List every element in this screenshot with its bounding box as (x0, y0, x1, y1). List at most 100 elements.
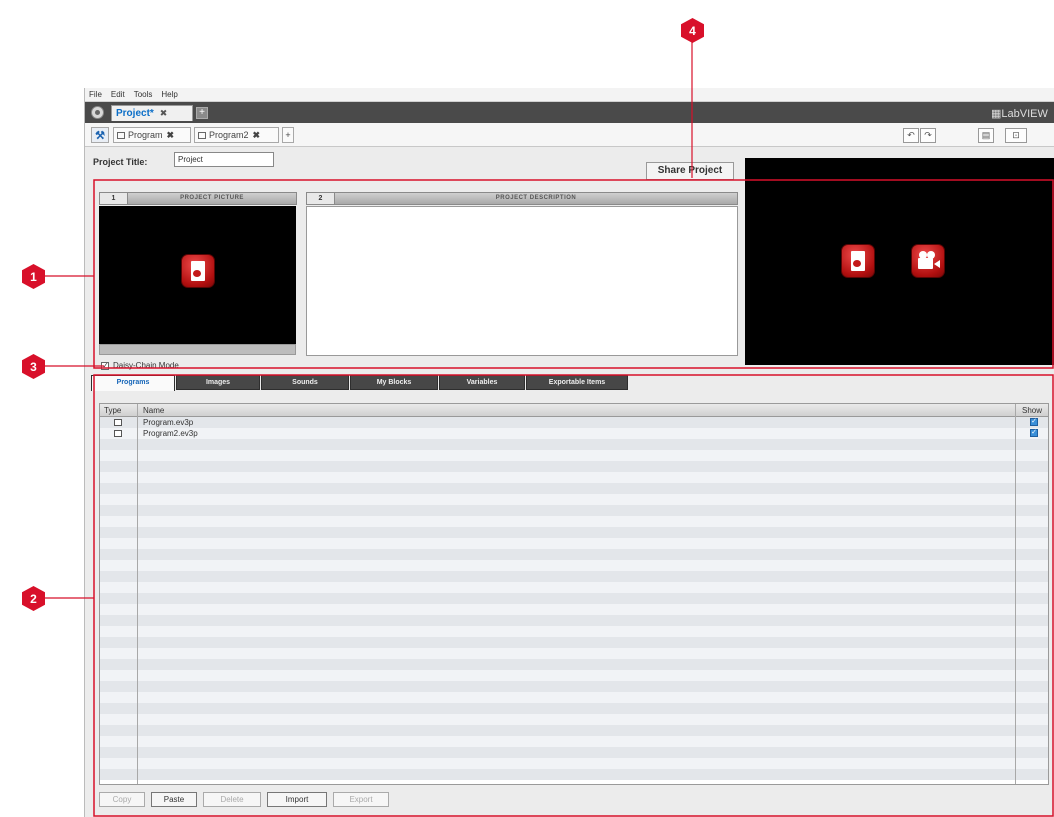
empty-table-row (100, 692, 1048, 703)
callout-3-label: 3 (30, 360, 37, 374)
delete-button[interactable]: Delete (203, 792, 261, 807)
project-description-textarea[interactable] (306, 206, 738, 356)
tab-program[interactable]: Program ✖ (113, 127, 191, 143)
empty-table-row (100, 703, 1048, 714)
close-program-icon[interactable]: ✖ (167, 130, 175, 141)
paste-button[interactable]: Paste (151, 792, 197, 807)
tab-sounds[interactable]: Sounds (261, 375, 349, 390)
empty-table-row (100, 439, 1048, 450)
add-picture-icon[interactable] (181, 254, 215, 288)
close-program2-icon[interactable]: ✖ (253, 130, 261, 141)
table-row[interactable]: Program.ev3p ✓ (100, 417, 1048, 428)
project-picture-header: 1 PROJECT PICTURE (99, 192, 297, 205)
empty-table-row (100, 758, 1048, 769)
project-tab-bar: Project* ✖ + ▦LabVIEW (85, 102, 1054, 123)
description-panel-title: PROJECT DESCRIPTION (495, 195, 577, 201)
picture-panel-title: PROJECT PICTURE (180, 195, 244, 201)
description-panel-number: 2 (307, 193, 335, 204)
menu-edit[interactable]: Edit (111, 90, 125, 99)
add-project-button[interactable]: + (196, 107, 208, 119)
column-type[interactable]: Type (104, 406, 121, 415)
project-picture-area[interactable] (99, 206, 296, 344)
tab-programs[interactable]: Programs (91, 375, 175, 391)
empty-table-row (100, 659, 1048, 670)
callout-4-marker: 4 (681, 18, 704, 43)
callout-1-label: 1 (30, 270, 37, 284)
show-checkbox[interactable]: ✓ (1030, 429, 1038, 437)
labview-logo: ▦LabVIEW (991, 108, 1048, 120)
empty-table-row (100, 538, 1048, 549)
home-icon[interactable] (91, 106, 104, 119)
close-project-icon[interactable]: ✖ (160, 108, 168, 119)
empty-table-row (100, 769, 1048, 780)
undo-icon[interactable]: ↶ (903, 128, 919, 143)
empty-table-row (100, 747, 1048, 758)
empty-table-row (100, 604, 1048, 615)
menu-file[interactable]: File (89, 90, 102, 99)
project-properties-wrench-icon[interactable]: ⚒ (91, 127, 109, 143)
callout-3-marker: 3 (22, 354, 45, 379)
empty-table-row (100, 560, 1048, 571)
program-doc-icon (117, 131, 125, 139)
empty-table-row (100, 472, 1048, 483)
empty-table-row (100, 736, 1048, 747)
project-tab[interactable]: Project* ✖ (111, 105, 193, 121)
program-file-icon (114, 419, 122, 426)
table-body: Program.ev3p ✓ Program2.ev3p ✓ (100, 417, 1048, 780)
project-description-header: 2 PROJECT DESCRIPTION (306, 192, 738, 205)
tab-images[interactable]: Images (176, 375, 260, 390)
empty-table-row (100, 725, 1048, 736)
callout-1-marker: 1 (22, 264, 45, 289)
picture-panel-number: 1 (100, 193, 128, 204)
menu-help[interactable]: Help (161, 90, 177, 99)
tab-program2-label: Program2 (209, 130, 249, 140)
export-button[interactable]: Export (333, 792, 389, 807)
picture-footer-bar (99, 344, 296, 355)
tab-exportable-items[interactable]: Exportable Items (526, 375, 628, 390)
copy-button[interactable]: Copy (99, 792, 145, 807)
column-divider (1015, 404, 1016, 784)
column-show[interactable]: Show (1022, 406, 1042, 415)
column-name[interactable]: Name (143, 406, 164, 415)
import-button[interactable]: Import (267, 792, 327, 807)
share-project-button[interactable]: Share Project (646, 162, 734, 180)
preview-video-icon[interactable] (911, 244, 945, 278)
preview-picture-icon[interactable] (841, 244, 875, 278)
empty-table-row (100, 494, 1048, 505)
empty-table-row (100, 626, 1048, 637)
brand-label: LabVIEW (1001, 108, 1048, 120)
empty-table-row (100, 505, 1048, 516)
program-file-icon (114, 430, 122, 437)
book-icon[interactable]: ⊡ (1005, 128, 1027, 143)
programs-table: Type Name Show Program.ev3p ✓ Program2.e… (99, 403, 1049, 785)
content-tab-bar: Programs Images Sounds My Blocks Variabl… (85, 373, 1054, 391)
add-program-button[interactable]: + (282, 127, 294, 143)
row-name: Program.ev3p (143, 418, 194, 427)
row-name: Program2.ev3p (143, 429, 198, 438)
redo-icon[interactable]: ↷ (920, 128, 936, 143)
project-title-label: Project Title: (93, 157, 148, 167)
empty-table-row (100, 648, 1048, 659)
menu-bar: File Edit Tools Help (85, 88, 1054, 102)
empty-table-row (100, 450, 1048, 461)
content-editor-icon[interactable]: ▤ (978, 128, 994, 143)
project-title-input[interactable]: Project (174, 152, 274, 167)
project-preview-area (745, 158, 1054, 365)
empty-table-row (100, 615, 1048, 626)
table-row[interactable]: Program2.ev3p ✓ (100, 428, 1048, 439)
menu-tools[interactable]: Tools (134, 90, 153, 99)
show-checkbox[interactable]: ✓ (1030, 418, 1038, 426)
empty-table-row (100, 593, 1048, 604)
daisy-chain-checkbox[interactable]: ✓ (101, 362, 109, 370)
tab-my-blocks[interactable]: My Blocks (350, 375, 438, 390)
column-divider (137, 404, 138, 784)
screenshot-stage: File Edit Tools Help Project* ✖ + ▦LabVI… (0, 0, 1054, 817)
empty-table-row (100, 461, 1048, 472)
empty-table-row (100, 516, 1048, 527)
tab-program2[interactable]: Program2 ✖ (194, 127, 279, 143)
tab-variables[interactable]: Variables (439, 375, 525, 390)
tab-program-label: Program (128, 130, 163, 140)
empty-table-row (100, 582, 1048, 593)
empty-table-row (100, 714, 1048, 725)
callout-2-label: 2 (30, 592, 37, 606)
